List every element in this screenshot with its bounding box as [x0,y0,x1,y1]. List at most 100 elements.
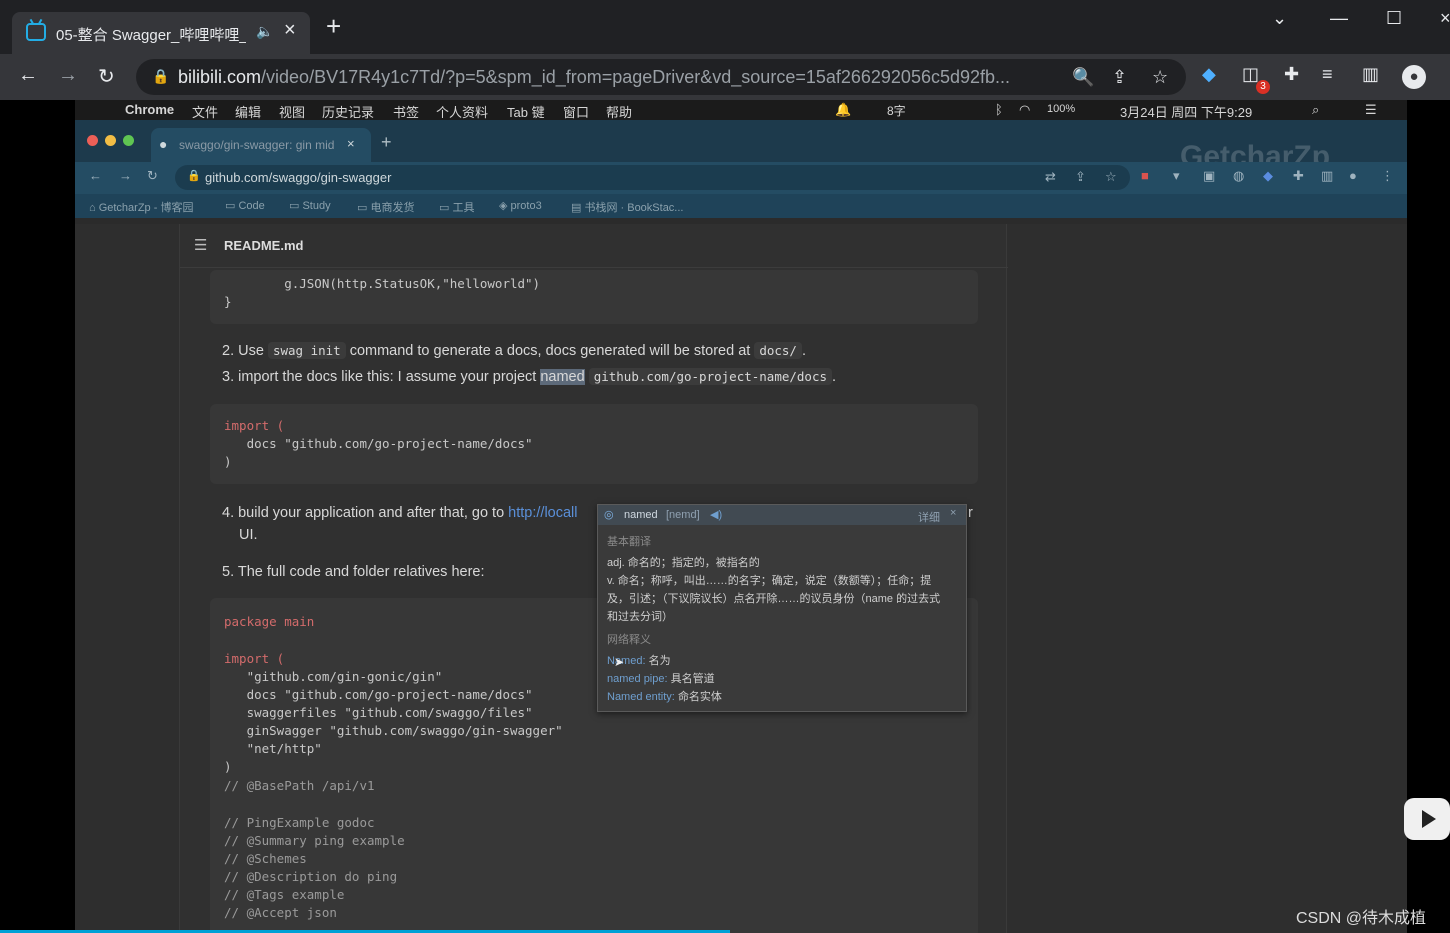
speaker-icon[interactable]: 🔈 [256,23,273,40]
selected-word: named [540,369,585,385]
step-2: 2. Use swag init command to generate a d… [222,342,806,359]
close-dot-icon [87,135,98,146]
side-panel-icon[interactable]: ▥ [1362,64,1379,85]
basic-translation-title: 基本翻译 [607,536,651,548]
share-icon: ⇪ [1075,169,1086,184]
bookmark-item: ▤ 书栈网 · BookStac... [571,202,684,214]
dictionary-word: named [624,509,658,521]
bluetooth-icon: ᛒ [995,102,1003,117]
battery-level: 100% [1047,103,1076,115]
menubar-item: 文件 [192,105,219,120]
extension-icon: ▾ [1173,168,1180,183]
extension-icon: ▣ [1203,168,1216,183]
code-comment: // @BasePath /api/v1 [224,778,375,793]
address-url[interactable]: bilibili.com/video/BV17R4y1c7Td/?p=5&spm… [178,67,1058,88]
dictionary-header: ◎ named [nemd] ◀) 详细 × [598,505,966,525]
inner-toolbar: ← → ↻ 🔒 github.com/swaggo/gin-swagger ⇄ … [75,162,1407,194]
forward-arrow-icon[interactable]: → [58,64,78,87]
dictionary-detail-link: 详细 [918,512,940,524]
web-item: Named entity: 命名实体 [607,691,722,703]
speaker-icon: ◀) [710,509,723,521]
menubar-item: Tab 键 [507,105,545,120]
dictionary-popup: ◎ named [nemd] ◀) 详细 × 基本翻译 adj. 命名的；指定的… [597,504,967,712]
inner-tab-title: swaggo/gin-swagger: gin mid [179,138,335,152]
menubar-datetime: 3月24日 周四 下午9:29 [1120,105,1253,120]
extension-icon: ◍ [1233,168,1245,183]
code-comment: // @Accept json [224,905,337,920]
spotlight-icon: ⌕ [1312,102,1320,117]
dictionary-phonetic: [nemd] [666,509,700,521]
back-arrow-icon: ← [89,168,102,183]
minimize-dot-icon [105,135,116,146]
menubar-item: 历史记录 [322,105,375,120]
inner-tab-strip: ● swaggo/gin-swagger: gin mid × + Getcha… [75,120,1407,173]
bookmark-item: ◈ proto3 [499,200,542,212]
minimize-button[interactable]: — [1330,8,1348,29]
video-player[interactable]: Chrome 文件 编辑 视图 历史记录 书签 个人资料 Tab 键 窗口 帮助… [75,100,1407,933]
bookmark-star-icon: ☆ [1105,169,1117,184]
diamond-extension-icon[interactable]: ◆ [1202,64,1216,85]
translate-icon: ⇄ [1045,169,1056,184]
bookmarks-bar: ⌂ GetcharZp - 博客园 ▭ Code ▭ Study ▭ 电商发货 … [75,194,1407,218]
chevron-down-icon[interactable]: ⌄ [1272,8,1287,29]
step-5: 5. The full code and folder relatives he… [222,564,485,580]
inner-tab-active: ● swaggo/gin-swagger: gin mid × [151,128,371,162]
bookmark-folder: ▭ 工具 [439,202,475,214]
menubar-app: Chrome [125,102,175,117]
close-icon: × [347,136,355,151]
web-item: named pipe: 具名管道 [607,673,715,685]
menubar-item: 帮助 [606,105,633,120]
code-line: import ( [224,651,285,666]
bookmark-star-icon[interactable]: ☆ [1152,67,1168,88]
close-tab-icon[interactable]: × [284,19,296,42]
code-line: ) [224,454,232,469]
bookmark-folder: ▭ Study [289,200,331,212]
share-icon[interactable]: ⇪ [1112,67,1127,88]
extension-badge: 3 [1256,80,1270,94]
outer-toolbar: ← → ↻ 🔒 bilibili.com/video/BV17R4y1c7Td/… [0,54,1450,100]
wifi-icon: ◠ [1019,102,1031,117]
github-page: ☰ README.md g.JSON(http.StatusOK,"hellow… [75,224,1407,933]
code-comment: // @Schemes [224,851,307,866]
code-line: docs "github.com/go-project-name/docs" [224,436,533,451]
more-menu-icon: ⋮ [1381,168,1394,183]
mac-menubar: Chrome 文件 编辑 视图 历史记录 书签 个人资料 Tab 键 窗口 帮助… [75,100,1407,120]
mini-player-button[interactable] [1404,798,1450,840]
plus-icon: + [381,132,392,152]
bookmark-folder: ▭ 电商发货 [357,202,415,214]
bilibili-tv-icon [26,23,46,41]
code-comment: // @Summary ping example [224,833,405,848]
reload-icon[interactable]: ↻ [98,64,115,89]
readme-header: ☰ README.md [180,224,1008,268]
github-icon: ● [159,136,168,152]
lock-icon: 🔒 [187,170,201,182]
zoom-icon[interactable]: 🔍 [1072,67,1094,88]
bookmark-folder: ▭ Code [225,200,265,212]
code-line: import ( [224,418,285,433]
avatar: ● [1349,168,1357,183]
lock-icon: 🔒 [152,68,170,84]
mouse-cursor-icon: ➤ [614,655,625,669]
puzzle-icon: ✚ [1293,168,1304,183]
media-queue-icon[interactable]: ≡ [1322,64,1333,85]
close-window-button[interactable]: × [1440,8,1450,29]
side-panel-icon: ▥ [1321,168,1334,183]
code-line: g.JSON(http.StatusOK,"helloworld") [224,276,541,291]
maximize-button[interactable]: ☐ [1386,8,1402,29]
control-center-icon: ☰ [1365,102,1377,117]
translation-line: adj. 命名的；指定的，被指名的 [607,557,760,569]
step-4-line2: UI. [239,527,258,543]
outer-tab-strip: 05-整合 Swagger_哔哩哔哩_ 🔈 × + ⌄ — ☐ × [0,0,1450,54]
outer-tab-active[interactable]: 05-整合 Swagger_哔哩哔哩_ 🔈 × [12,12,310,54]
address-bar[interactable]: 🔒 bilibili.com/video/BV17R4y1c7Td/?p=5&s… [136,59,1186,95]
readme-filename: README.md [224,238,304,253]
profile-avatar-icon[interactable]: ● [1402,65,1426,89]
menubar-item: 窗口 [563,105,590,120]
dictionary-logo-icon: ◎ [604,509,614,521]
forward-arrow-icon: → [119,168,132,183]
new-tab-button[interactable]: + [326,13,341,39]
back-arrow-icon[interactable]: ← [18,64,38,87]
menubar-item: 书签 [393,105,420,120]
puzzle-extensions-icon[interactable]: ✚ [1284,64,1299,85]
outer-tab-title: 05-整合 Swagger_哔哩哔哩_ [56,27,246,44]
